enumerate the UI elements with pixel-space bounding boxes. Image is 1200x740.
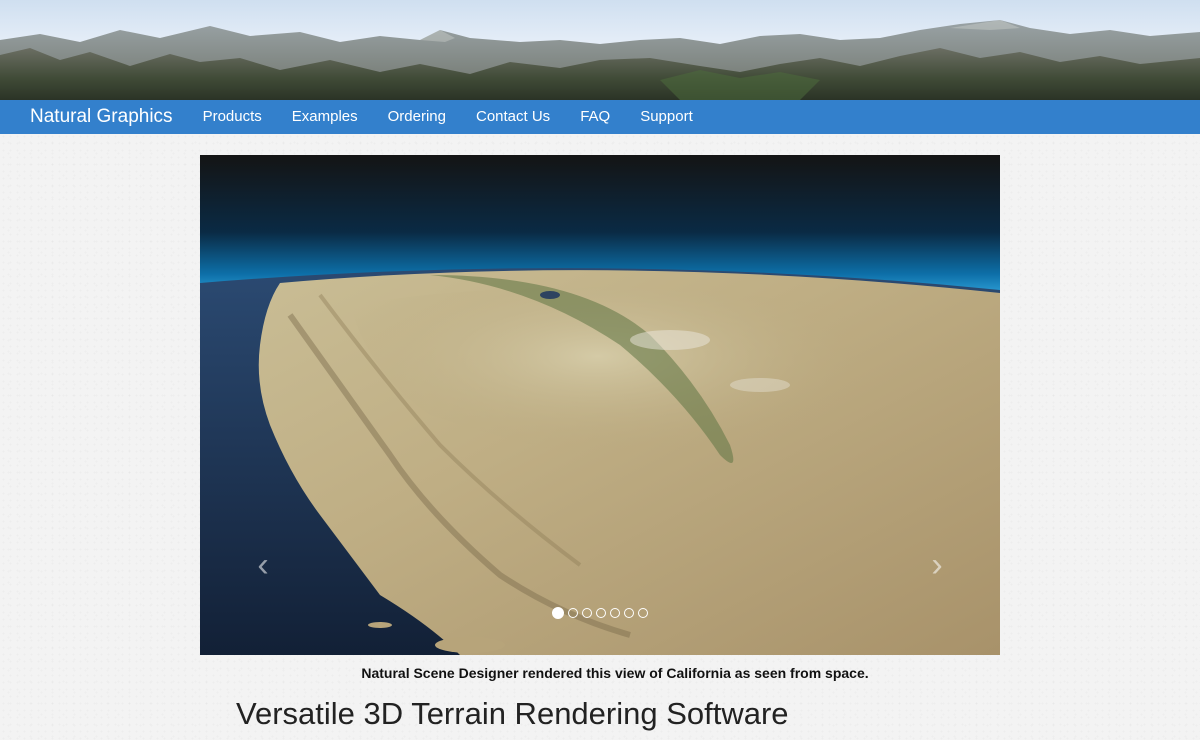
- carousel-indicator-7[interactable]: [638, 608, 648, 618]
- nav-item-examples[interactable]: Examples: [277, 100, 373, 134]
- nav-item-ordering[interactable]: Ordering: [373, 100, 461, 134]
- chevron-right-icon: ›: [931, 546, 943, 584]
- brand-link[interactable]: Natural Graphics: [30, 106, 173, 128]
- nav-item-faq[interactable]: FAQ: [565, 100, 625, 134]
- nav-item-products[interactable]: Products: [188, 100, 277, 134]
- mountain-banner: [0, 0, 1200, 100]
- carousel-indicator-6[interactable]: [624, 608, 634, 618]
- top-navbar: Natural Graphics Products Examples Order…: [0, 100, 1200, 134]
- carousel-indicator-1[interactable]: [552, 607, 564, 619]
- carousel-indicator-3[interactable]: [582, 608, 592, 618]
- image-carousel: ‹ ›: [200, 155, 1000, 655]
- carousel-prev-button[interactable]: ‹: [248, 545, 278, 585]
- chevron-left-icon: ‹: [257, 546, 269, 584]
- nav-item-contact-us[interactable]: Contact Us: [461, 100, 565, 134]
- page-headline: Versatile 3D Terrain Rendering Software: [236, 696, 789, 731]
- carousel-indicator-4[interactable]: [596, 608, 606, 618]
- carousel-caption: Natural Scene Designer rendered this vie…: [361, 665, 869, 681]
- california-from-space-image: [200, 155, 1000, 655]
- carousel-indicators: [200, 606, 1000, 620]
- mountain-banner-graphic: [0, 20, 1200, 100]
- carousel-indicator-5[interactable]: [610, 608, 620, 618]
- carousel-indicator-2[interactable]: [568, 608, 578, 618]
- nav-item-support[interactable]: Support: [625, 100, 708, 134]
- carousel-next-button[interactable]: ›: [922, 545, 952, 585]
